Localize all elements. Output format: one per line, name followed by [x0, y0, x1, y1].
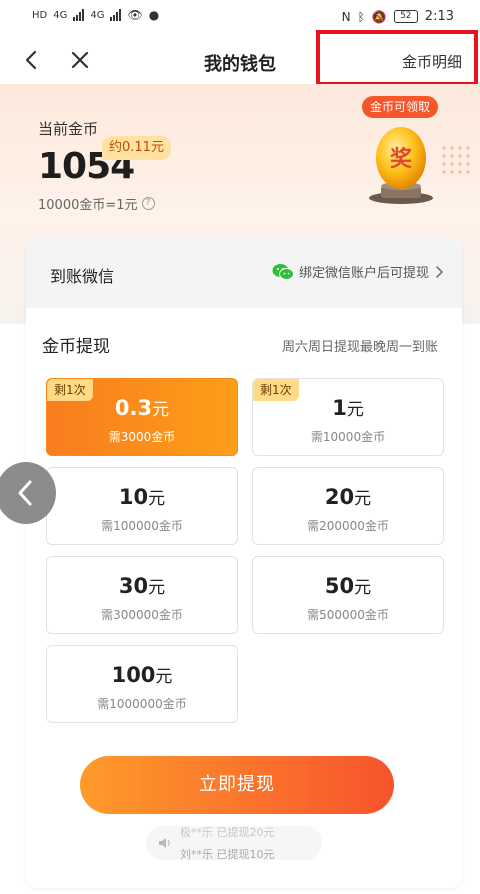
option-amount-value: 30 [118, 574, 149, 598]
ticker-line-2: 刘**乐 已提现10元 [180, 848, 275, 860]
option-amount-unit: 元 [152, 400, 170, 420]
option-coin-requirement: 需300000金币 [101, 608, 183, 622]
option-amount-value: 1 [332, 396, 347, 420]
eye-icon: 👁 [127, 8, 143, 22]
withdraw-now-button[interactable]: 立即提现 [80, 756, 394, 814]
withdraw-option-0.3[interactable]: 剩1次 0.3元 需3000金币 [46, 378, 238, 456]
status-right: N ᛒ 🔕 52 2:13 [342, 9, 454, 24]
current-coin-label: 当前金币 [38, 120, 99, 138]
coin-detail-link[interactable]: 金币明细 [402, 51, 462, 72]
option-coin-requirement: 需100000金币 [101, 519, 183, 533]
chevron-left-icon [18, 480, 32, 506]
decorative-dots [442, 146, 470, 174]
option-amount-value: 10 [118, 485, 149, 509]
option-amount-value: 0.3 [114, 396, 153, 420]
withdraw-section-title: 金币提现 [42, 337, 110, 357]
withdraw-option-10[interactable]: 10元 需100000金币 [46, 467, 238, 545]
option-amount: 30元 [47, 573, 237, 598]
egg-character: 奖 [390, 146, 413, 172]
option-amount-value: 50 [324, 574, 355, 598]
option-coin-requirement: 需3000金币 [108, 430, 176, 444]
mute-icon: 🔕 [371, 9, 387, 24]
option-coin-requirement: 需1000000金币 [97, 697, 187, 711]
bind-wechat-text: 绑定微信账户后可提现 [298, 266, 429, 281]
option-coin-requirement: 需10000金币 [310, 430, 386, 444]
option-coin-requirement: 需500000金币 [307, 608, 389, 622]
wechat-icon [272, 263, 294, 280]
option-amount: 100元 [47, 662, 237, 687]
ticker-line-1: 极**乐 已提现20元 [180, 826, 275, 839]
signal-icon [73, 9, 85, 21]
bind-wechat-link[interactable]: 绑定微信账户后可提现 [272, 262, 444, 281]
wallet-card: 到账微信 绑定微信账户后可提现 金币提现 周六周日提现最晚周一到账 剩1次 0.… [26, 238, 462, 888]
chevron-right-icon [436, 265, 443, 278]
bluetooth-icon: ᛒ [357, 9, 365, 24]
withdraw-option-1[interactable]: 剩1次 1元 需10000金币 [252, 378, 444, 456]
option-amount: 1元 [253, 395, 443, 420]
close-icon[interactable] [68, 48, 92, 72]
withdraw-ticker: 极**乐 已提现20元 刘**乐 已提现10元 [146, 826, 322, 860]
option-amount: 10元 [47, 484, 237, 509]
option-amount-value: 100 [111, 663, 156, 687]
golden-egg-icon[interactable]: 奖 [364, 122, 438, 206]
nav-bar: 我的钱包 金币明细 [0, 38, 480, 84]
exchange-rate-text: 10000金币=1元 [38, 198, 138, 213]
network-type-1: HD [32, 9, 48, 21]
coin-claimable-badge[interactable]: 金币可领取 [362, 96, 439, 118]
withdraw-option-20[interactable]: 20元 需200000金币 [252, 467, 444, 545]
withdraw-option-30[interactable]: 30元 需300000金币 [46, 556, 238, 634]
wechat-account-row[interactable]: 到账微信 绑定微信账户后可提现 [26, 238, 462, 308]
option-amount: 0.3元 [47, 395, 237, 420]
signal-label-2: 4G [90, 9, 105, 21]
floating-back-button[interactable] [0, 462, 56, 524]
speaker-icon [159, 838, 170, 848]
status-left: HD 4G 4G 👁 ● [32, 8, 159, 22]
wechat-status-icon: ● [148, 8, 160, 22]
option-amount-value: 20 [324, 485, 355, 509]
withdraw-note: 周六周日提现最晚周一到账 [281, 340, 438, 355]
nfc-icon: N [341, 9, 351, 24]
status-bar: HD 4G 4G 👁 ● N ᛒ 🔕 52 2:13 [0, 0, 480, 38]
option-amount-unit: 元 [346, 400, 364, 420]
option-amount-unit: 元 [354, 578, 372, 598]
signal-label-1: 4G [53, 9, 68, 21]
wechat-row-title: 到账微信 [50, 267, 115, 286]
option-amount-unit: 元 [148, 489, 166, 509]
option-amount: 20元 [253, 484, 443, 509]
exchange-rate: 10000金币=1元 ? [38, 194, 155, 213]
signal-icon-2 [110, 9, 122, 21]
option-amount-unit: 元 [148, 578, 166, 598]
option-amount-unit: 元 [155, 667, 173, 687]
status-time: 2:13 [424, 9, 454, 24]
yuan-equivalent-badge: 约0.11元 [102, 136, 171, 160]
withdraw-option-50[interactable]: 50元 需500000金币 [252, 556, 444, 634]
option-coin-requirement: 需200000金币 [307, 519, 389, 533]
option-amount-unit: 元 [354, 489, 372, 509]
help-icon[interactable]: ? [141, 197, 155, 210]
back-arrow-icon[interactable] [20, 48, 44, 72]
withdraw-option-100[interactable]: 100元 需1000000金币 [46, 645, 238, 723]
option-amount: 50元 [253, 573, 443, 598]
battery-icon: 52 [393, 10, 418, 23]
